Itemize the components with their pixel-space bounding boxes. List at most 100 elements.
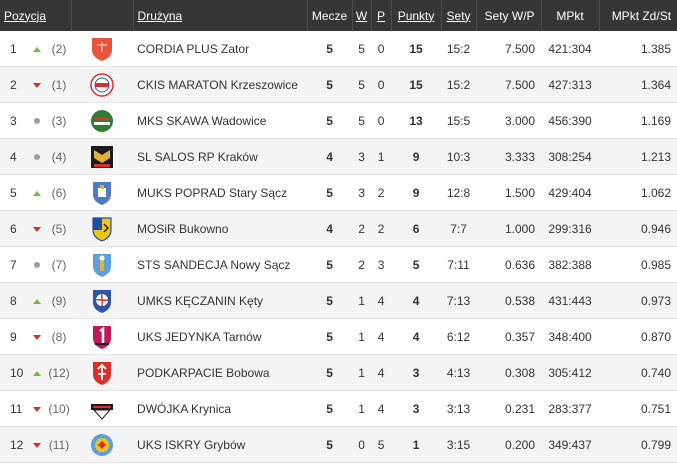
standings-table: Pozycja Drużyna Mecze W P Punkty Sety Se… [0,0,677,463]
losses-cell: 4 [371,282,392,319]
table-row: 3 (3) MKS SKAWA Wadowice 5 5 0 13 15:5 3.000 456:… [0,102,677,139]
set-ratio-cell: 0.357 [476,318,542,355]
played-cell: 5 [307,66,353,103]
set-ratio-cell: 0.308 [476,354,542,391]
points-cell: 4 [391,318,442,355]
played-cell: 5 [307,426,353,463]
rank-cell: 7 [0,246,27,283]
set-ratio-cell: 7.500 [476,31,542,67]
wins-cell: 1 [352,390,372,427]
banner-crest-icon [90,396,114,422]
trend-same-icon [34,262,40,269]
losses-cell: 0 [371,102,392,139]
sets-cell: 3:13 [441,390,477,427]
played-cell: 5 [307,174,353,211]
city-crest-icon [90,180,114,206]
small-points-ratio-cell: 0.985 [599,246,677,283]
small-points-cell: 348:400 [541,318,600,355]
header-played: Mecze [307,0,353,31]
previous-rank-cell: (10) [47,390,72,427]
small-points-ratio-cell: 1.364 [599,66,677,103]
played-cell: 5 [307,318,353,355]
sets-cell: 10:3 [441,138,477,175]
played-cell: 5 [307,31,353,67]
sets-cell: 12:8 [441,174,477,211]
header-position[interactable]: Pozycja [0,0,72,31]
table-row: 5 (6) MUKS POPRAD Stary Sącz 5 3 2 9 12:8 1.500 4… [0,174,677,211]
small-points-cell: 431:443 [541,282,600,319]
header-points[interactable]: Punkty [391,0,442,31]
crest-cell [71,354,134,391]
table-row: 2 (1) CKIS MARATON Krzeszowice 5 5 0 15 15:2 7.5… [0,66,677,103]
points-cell: 9 [391,174,442,211]
small-points-ratio-cell: 1.213 [599,138,677,175]
small-points-ratio-cell: 0.751 [599,390,677,427]
header-small-points-ratio: MPkt Zd/St [599,0,677,31]
team-name[interactable]: PODKARPACIE Bobowa [133,354,308,391]
small-points-ratio-cell: 1.385 [599,31,677,67]
set-ratio-cell: 1.500 [476,174,542,211]
trend-cell [27,102,47,139]
team-name[interactable]: STS SANDECJA Nowy Sącz [133,246,308,283]
losses-cell: 3 [371,246,392,283]
set-ratio-cell: 1.000 [476,210,542,247]
team-name[interactable]: DWÓJKA Krynica [133,390,308,427]
trend-down-icon [33,82,41,88]
header-set-ratio: Sety W/P [476,0,542,31]
wins-cell: 5 [352,66,372,103]
points-cell: 5 [391,246,442,283]
team-name[interactable]: MKS SKAWA Wadowice [133,102,308,139]
rank-cell: 3 [0,102,27,139]
team-name[interactable]: UKS ISKRY Grybów [133,426,308,463]
team-name[interactable]: MOSiR Bukowno [133,210,308,247]
wins-cell: 3 [352,174,372,211]
losses-cell: 4 [371,318,392,355]
small-points-cell: 349:437 [541,426,600,463]
played-cell: 5 [307,246,353,283]
team-name[interactable]: UKS JEDYNKA Tarnów [133,318,308,355]
team-name[interactable]: MUKS POPRAD Stary Sącz [133,174,308,211]
team-name[interactable]: CORDIA PLUS Zator [133,31,308,67]
team-name[interactable]: SL SALOS RP Kraków [133,138,308,175]
trend-up-icon [33,370,41,376]
sets-cell: 15:2 [441,31,477,67]
sets-cell: 3:15 [441,426,477,463]
previous-rank-cell: (8) [47,318,72,355]
previous-rank-cell: (11) [47,426,72,463]
trend-cell [27,31,47,67]
set-ratio-cell: 7.500 [476,66,542,103]
trend-cell [27,390,47,427]
set-ratio-cell: 0.636 [476,246,542,283]
small-points-cell: 299:316 [541,210,600,247]
round-blue-crest-icon [90,432,114,458]
wins-cell: 5 [352,31,372,67]
team-name[interactable]: UMKS KĘCZANIN Kęty [133,282,308,319]
previous-rank-cell: (5) [47,210,72,247]
trend-cell [27,318,47,355]
previous-rank-cell: (3) [47,102,72,139]
rank-cell: 10 [0,354,27,391]
small-points-ratio-cell: 0.870 [599,318,677,355]
rank-cell: 6 [0,210,27,247]
played-cell: 5 [307,102,353,139]
set-ratio-cell: 0.231 [476,390,542,427]
trend-same-icon [34,118,40,125]
volleyball-crest-icon [90,288,114,314]
trend-down-icon [33,334,41,340]
rank-cell: 8 [0,282,27,319]
header-team[interactable]: Drużyna [133,0,308,31]
points-cell: 4 [391,282,442,319]
header-sets[interactable]: Sety [441,0,477,31]
previous-rank-cell: (6) [47,174,72,211]
header-wins[interactable]: W [352,0,372,31]
team-name[interactable]: CKIS MARATON Krzeszowice [133,66,308,103]
played-cell: 5 [307,390,353,427]
header-losses[interactable]: P [371,0,392,31]
trend-cell [27,282,47,319]
trend-cell [27,174,47,211]
played-cell: 4 [307,138,353,175]
crest-cell [71,246,134,283]
salos-crest-icon [90,144,114,170]
crest-cell [71,390,134,427]
small-points-ratio-cell: 0.946 [599,210,677,247]
